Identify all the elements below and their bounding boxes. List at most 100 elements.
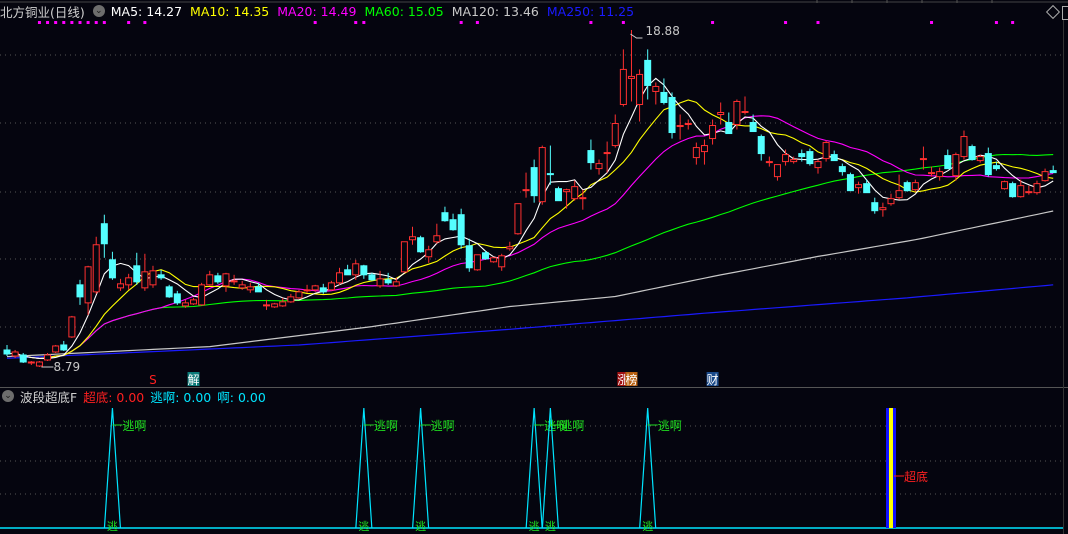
candle-body <box>587 150 595 164</box>
candle <box>1025 185 1033 195</box>
candle-body <box>409 236 416 241</box>
candle <box>700 139 708 165</box>
candle-body <box>125 277 133 286</box>
candle-body <box>538 147 546 203</box>
event-badge-text: 财 <box>707 373 719 387</box>
chevron-down-circle-icon[interactable]: ⌄ <box>92 5 105 17</box>
escape-top-label: 逃啊 <box>374 419 398 433</box>
candle-body <box>952 154 960 177</box>
candle <box>611 114 619 148</box>
candle-body <box>295 291 303 299</box>
candle <box>190 297 198 305</box>
candle <box>684 119 692 130</box>
candle-body <box>108 259 116 279</box>
candle-body <box>441 212 449 222</box>
candle <box>579 189 587 210</box>
ma5-label: MA5: 14.27 <box>110 3 183 19</box>
candle <box>514 203 522 235</box>
ma-line-ma10 <box>6 99 1054 359</box>
candle <box>198 282 206 306</box>
candle-body <box>652 85 660 92</box>
candle <box>263 299 271 310</box>
candle <box>125 273 133 290</box>
candle-body <box>700 145 708 153</box>
candle-body <box>790 159 798 163</box>
ma250-label: MA250: 11.25 <box>546 3 635 19</box>
panel-toggle-icon[interactable] <box>1062 6 1068 20</box>
candle <box>279 297 287 307</box>
signal-dot <box>46 21 50 24</box>
candle <box>903 180 911 192</box>
candle <box>968 144 976 161</box>
candle <box>838 163 846 176</box>
candle <box>214 272 222 284</box>
signal-dot <box>816 21 820 24</box>
chaodi-signal: 超底 <box>885 408 928 528</box>
event-marker: 榜 <box>625 372 637 387</box>
main-chart-header: 北方铜业(日线) ⌄ MA5: 14.27 MA10: 14.35 MA20: … <box>0 3 642 20</box>
candle <box>400 241 408 273</box>
escape-bottom-label: 逃 <box>358 520 369 533</box>
candle-body <box>838 166 846 173</box>
candle-body <box>968 146 976 161</box>
candle <box>911 179 919 192</box>
candle-body <box>611 123 619 147</box>
candle-body <box>1041 171 1049 182</box>
escape-peak <box>355 407 373 529</box>
signal-dot <box>313 21 317 24</box>
candle-body <box>692 147 700 159</box>
chevron-down-circle-icon[interactable]: ⌄ <box>2 390 14 402</box>
candle-body <box>749 122 757 133</box>
candle <box>717 102 725 125</box>
candle-body <box>352 263 360 276</box>
escape-signal: 逃啊逃 <box>639 407 682 533</box>
candle-body <box>238 284 246 289</box>
candle <box>360 264 368 279</box>
ma120-label: MA120: 13.46 <box>451 3 539 19</box>
candle-body <box>1017 185 1025 198</box>
candle-body <box>603 152 611 155</box>
candle <box>465 238 473 272</box>
escape-bottom-label: 逃 <box>415 520 426 533</box>
stock-name: 北方铜业(日线) <box>0 4 85 20</box>
candle-body <box>76 284 84 298</box>
escape-signal: 逃啊逃 <box>541 407 584 533</box>
candle <box>1049 165 1057 174</box>
candle-body <box>1033 183 1041 194</box>
escape-signal: 逃啊逃 <box>355 407 398 533</box>
candle <box>1009 181 1017 198</box>
candle <box>457 208 465 249</box>
candle-body <box>100 223 108 245</box>
candle-body <box>554 188 562 202</box>
candle-body <box>311 285 319 291</box>
candle-body <box>806 151 814 165</box>
candle-body <box>765 161 773 164</box>
candle-body <box>619 68 627 105</box>
candle <box>782 149 790 166</box>
candle-body <box>214 275 222 283</box>
candle <box>871 197 879 214</box>
candle-body <box>571 186 579 200</box>
candle-body <box>173 293 181 304</box>
candle-body <box>206 274 214 286</box>
candle-body <box>936 171 944 178</box>
candle-body <box>19 354 27 363</box>
signal-dot <box>621 21 625 24</box>
candle-body <box>376 278 384 287</box>
candle-body <box>368 274 376 281</box>
candle <box>449 213 457 231</box>
candle <box>303 284 311 293</box>
candle-body <box>141 271 149 289</box>
candle-body <box>27 361 35 364</box>
candle-body <box>433 235 441 243</box>
candle-body <box>944 155 952 170</box>
event-marker: 解 <box>188 372 200 387</box>
candle <box>725 112 733 135</box>
ma-line-ma5 <box>6 77 1054 360</box>
stock-chart[interactable]: 18.888.79S 解涨榜 财超底逃啊逃逃啊逃逃啊逃逃啊逃逃啊逃逃啊逃 <box>0 0 1068 534</box>
candle-body <box>563 189 571 193</box>
candle <box>919 146 927 170</box>
candle <box>117 278 125 291</box>
candle-body <box>287 296 295 303</box>
signal-dot <box>711 21 715 24</box>
